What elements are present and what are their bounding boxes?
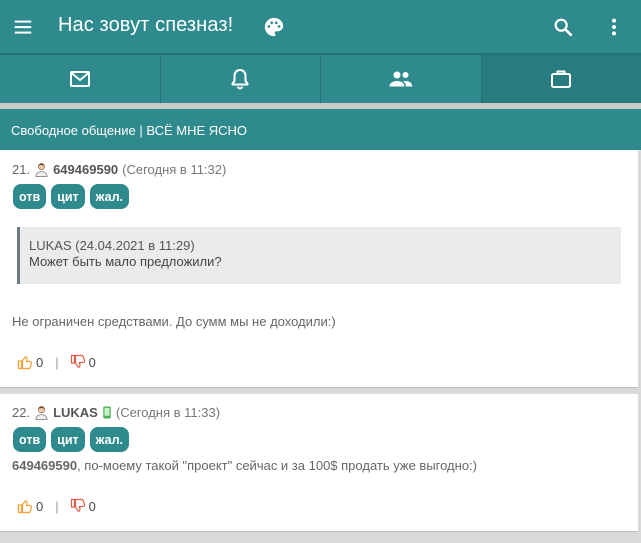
post: 22. LUKAS (Сегодня в 11:33) отв цит жал.…	[0, 394, 638, 532]
post-actions: отв цит жал.	[13, 427, 130, 452]
dislike-count: 0	[88, 498, 96, 514]
reply-button[interactable]: отв	[13, 184, 47, 209]
post-author[interactable]: LUKAS	[53, 405, 98, 420]
people-icon	[389, 71, 413, 87]
post-votes: 0 | 0	[17, 354, 96, 370]
app-bar: Нас зовут спезназ!	[0, 0, 641, 53]
post-text: Не ограничен средствами. До сумм мы не д…	[12, 314, 336, 329]
user-icon	[35, 406, 48, 420]
quoted-message: LUKAS (24.04.2021 в 11:29) Может быть ма…	[17, 227, 621, 284]
post-text-body: , по-моему такой "проект" сейчас и за 10…	[77, 458, 477, 473]
report-button[interactable]: жал.	[89, 427, 130, 452]
thumbs-down-icon	[70, 498, 85, 512]
user-icon	[35, 163, 48, 177]
mention-link[interactable]: 649469590	[12, 458, 77, 473]
quote-button[interactable]: цит	[51, 427, 85, 452]
like-count: 0	[36, 498, 44, 514]
app-title: Нас зовут спезназ!	[58, 14, 234, 36]
tab-people[interactable]	[321, 53, 482, 103]
thumbs-down-icon	[70, 354, 85, 368]
briefcase-icon	[551, 70, 572, 88]
dislike-button[interactable]: 0	[70, 354, 96, 370]
menu-icon[interactable]	[12, 16, 34, 38]
post-votes: 0 | 0	[17, 498, 96, 514]
more-vert-icon[interactable]	[603, 16, 625, 38]
vote-separator: |	[55, 498, 59, 514]
like-button[interactable]: 0	[17, 354, 43, 370]
tab-mail[interactable]	[0, 53, 161, 103]
post-meta: 21. 649469590 (Сегодня в 11:32)	[12, 162, 226, 177]
like-count: 0	[36, 354, 44, 370]
quote-text: Может быть мало предложили?	[29, 254, 222, 269]
post-number: 21.	[12, 162, 31, 177]
post-actions: отв цит жал.	[13, 184, 130, 209]
dislike-count: 0	[88, 354, 96, 370]
thumbs-up-icon	[17, 500, 33, 514]
tab-work[interactable]	[481, 53, 641, 103]
dislike-button[interactable]: 0	[70, 498, 96, 514]
search-icon[interactable]	[552, 16, 574, 38]
post-meta: 22. LUKAS (Сегодня в 11:33)	[12, 405, 220, 420]
reply-button[interactable]: отв	[13, 427, 47, 452]
quote-author: LUKAS (24.04.2021 в 11:29)	[29, 238, 195, 253]
report-button[interactable]: жал.	[89, 184, 130, 209]
post-number: 22.	[12, 405, 31, 420]
vote-separator: |	[55, 354, 59, 370]
quote-button[interactable]: цит	[51, 184, 85, 209]
post-time: (Сегодня в 11:33)	[115, 405, 221, 420]
tab-bar	[0, 53, 641, 103]
mobile-phone-icon	[103, 406, 111, 419]
post: 21. 649469590 (Сегодня в 11:32) отв цит …	[0, 150, 638, 388]
thumbs-up-icon	[17, 356, 33, 370]
page-bottom	[0, 532, 641, 543]
topic-title[interactable]: Свободное общение | ВСЁ МНЕ ЯСНО	[0, 109, 641, 150]
mail-icon	[69, 71, 90, 87]
like-button[interactable]: 0	[17, 498, 43, 514]
bell-icon	[231, 69, 249, 90]
post-text: 649469590, по-моему такой "проект" сейча…	[12, 458, 477, 473]
tab-notifications[interactable]	[160, 53, 321, 103]
post-time: (Сегодня в 11:32)	[122, 162, 227, 177]
palette-icon[interactable]	[263, 16, 285, 38]
post-author[interactable]: 649469590	[53, 162, 118, 177]
